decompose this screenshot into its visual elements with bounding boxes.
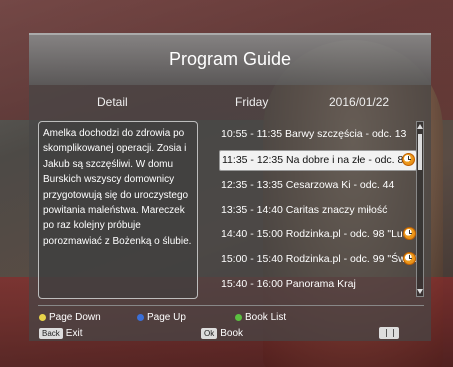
program-row[interactable]: 15:40 - 16:00 Panorama Kraj xyxy=(219,275,417,294)
program-row-text: 15:00 - 15:40 Rodzinka.pl - odc. 99 "Świ… xyxy=(221,252,417,265)
ok-key-icon: Ok xyxy=(201,328,218,339)
scrollbar[interactable] xyxy=(416,121,424,297)
reminder-clock-icon xyxy=(403,227,416,241)
detail-box: Amelka dochodzi do zdrowia po skomplikow… xyxy=(38,121,198,299)
exit-hint[interactable]: Back Exit xyxy=(39,328,82,339)
program-row[interactable]: 11:35 - 12:35 Na dobre i na złe - odc. 8… xyxy=(219,149,417,171)
page-title: Program Guide xyxy=(168,49,292,69)
program-row-text: 11:35 - 12:35 Na dobre i na złe - odc. 8… xyxy=(222,153,410,166)
title-bar: Program Guide xyxy=(29,35,431,85)
reminder-clock-icon xyxy=(403,251,416,265)
book-list-label: Book List xyxy=(245,312,287,323)
day-label: Friday xyxy=(235,95,269,109)
scroll-down-arrow-icon[interactable] xyxy=(417,289,423,294)
detail-label: Detail xyxy=(97,95,128,109)
scroll-thumb[interactable] xyxy=(418,134,422,170)
book-list-hint[interactable]: Book List xyxy=(235,312,286,323)
page-up-label: Page Up xyxy=(147,312,186,323)
book-label: Book xyxy=(220,328,244,339)
exit-label: Exit xyxy=(65,328,83,339)
program-row[interactable]: 13:35 - 14:40 Caritas znaczy miłość xyxy=(219,201,417,220)
program-row[interactable]: 12:35 - 13:35 Cesarzowa Ki - odc. 44 xyxy=(219,176,417,195)
page-down-label: Page Down xyxy=(49,312,101,323)
scroll-up-arrow-icon[interactable] xyxy=(417,124,423,129)
reminder-clock-icon xyxy=(402,152,415,166)
yellow-key-icon xyxy=(39,314,46,321)
blue-key-icon xyxy=(137,314,144,321)
green-key-icon xyxy=(235,314,242,321)
program-guide-panel: Program Guide Detail Friday 2016/01/22 A… xyxy=(29,33,431,341)
back-key-icon: Back xyxy=(39,328,63,339)
program-row-text: 15:40 - 16:00 Panorama Kraj xyxy=(221,277,356,290)
navigation-arrows-icon[interactable] xyxy=(379,327,399,339)
program-row-text: 13:35 - 14:40 Caritas znaczy miłość xyxy=(221,203,388,216)
detail-description: Amelka dochodzi do zdrowia po skomplikow… xyxy=(43,128,192,247)
program-row[interactable]: 15:00 - 15:40 Rodzinka.pl - odc. 99 "Świ… xyxy=(219,250,417,269)
program-row[interactable]: 10:55 - 11:35 Barwy szczęścia - odc. 13 xyxy=(219,125,417,144)
program-row-text: 12:35 - 13:35 Cesarzowa Ki - odc. 44 xyxy=(221,179,395,192)
program-row[interactable]: 14:40 - 15:00 Rodzinka.pl - odc. 98 "Lud xyxy=(219,225,417,244)
program-row-text: 10:55 - 11:35 Barwy szczęścia - odc. 13 xyxy=(221,128,407,140)
program-row-text: 14:40 - 15:00 Rodzinka.pl - odc. 98 "Lud xyxy=(221,228,409,241)
program-list: 10:55 - 11:35 Barwy szczęścia - odc. 13 1… xyxy=(219,125,417,299)
book-hint[interactable]: Ok Book xyxy=(201,328,243,339)
page-up-hint[interactable]: Page Up xyxy=(137,312,186,323)
footer-divider xyxy=(38,305,424,306)
date-label: 2016/01/22 xyxy=(329,95,390,109)
page-down-hint[interactable]: Page Down xyxy=(39,312,101,323)
